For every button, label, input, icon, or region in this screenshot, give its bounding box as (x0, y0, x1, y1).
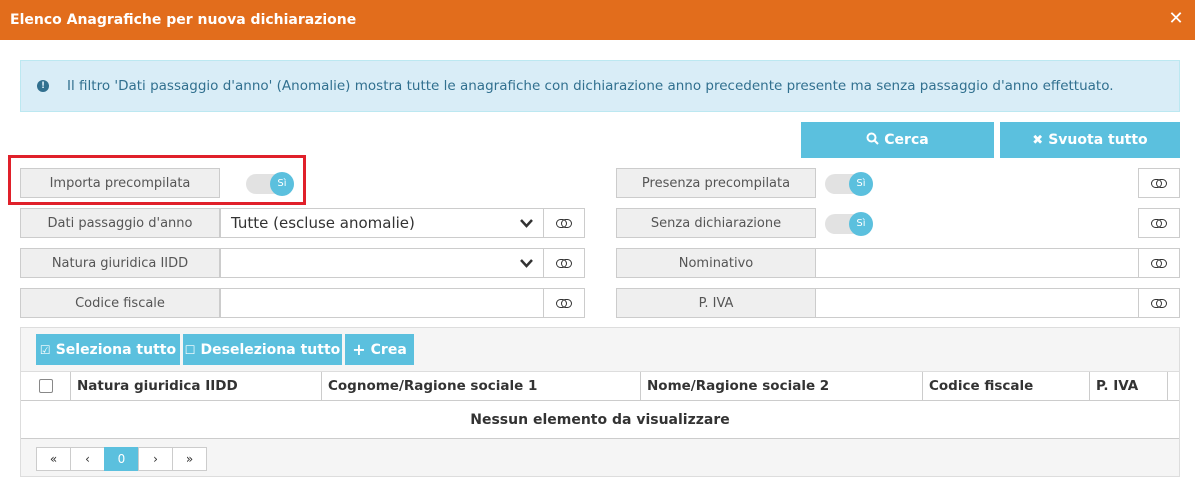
select-all-label: Seleziona tutto (55, 341, 177, 358)
table-header: Natura giuridica IIDD Cognome/Ragione so… (21, 371, 1179, 401)
importa-precompilata-label: Importa precompilata (20, 168, 220, 198)
pagination: « ‹ 0 › » (36, 447, 207, 471)
senza-dichiarazione-link-button[interactable] (1138, 208, 1180, 238)
dati-passaggio-label: Dati passaggio d'anno (20, 208, 220, 238)
column-header-cognome[interactable]: Cognome/Ragione sociale 1 (322, 372, 641, 400)
toggle-knob: Sì (270, 172, 294, 196)
alert-text: Il filtro 'Dati passaggio d'anno' (Anoma… (67, 78, 1114, 94)
importa-precompilata-toggle[interactable]: Sì (246, 172, 294, 196)
toggle-knob: Sì (849, 212, 873, 236)
senza-dichiarazione-label: Senza dichiarazione (616, 208, 816, 238)
link-icon (1151, 218, 1167, 228)
next-page-button[interactable]: › (138, 447, 173, 471)
column-header-nome[interactable]: Nome/Ragione sociale 2 (641, 372, 923, 400)
empty-message: Nessun elemento da visualizzare (21, 401, 1179, 439)
column-header-natura[interactable]: Natura giuridica IIDD (71, 372, 322, 400)
dati-passaggio-select[interactable]: Tutte (escluse anomalie) (220, 208, 544, 238)
deselect-all-button[interactable]: ☐ Deseleziona tutto (183, 334, 342, 365)
column-header-codice-fiscale[interactable]: Codice fiscale (923, 372, 1090, 400)
header-checkbox-cell (21, 372, 71, 400)
nominativo-label: Nominativo (616, 248, 816, 278)
clear-all-button[interactable]: ✖ Svuota tutto (1000, 122, 1180, 158)
checkbox-checked-icon: ☑ (39, 342, 51, 357)
link-icon (1151, 298, 1167, 308)
results-grid: ☑ Seleziona tutto ☐ Deseleziona tutto + … (20, 327, 1180, 477)
deselect-all-label: Deseleziona tutto (200, 341, 341, 358)
close-icon: ✖ (1032, 132, 1044, 148)
first-page-button[interactable]: « (36, 447, 71, 471)
dialog-titlebar: Elenco Anagrafiche per nuova dichiarazio… (0, 0, 1195, 40)
codice-fiscale-input[interactable] (220, 288, 544, 318)
natura-giuridica-select[interactable] (220, 248, 544, 278)
piva-input[interactable] (815, 288, 1139, 318)
create-button[interactable]: + Crea (345, 334, 414, 365)
natura-giuridica-link-button[interactable] (543, 248, 585, 278)
search-button-label: Cerca (884, 132, 929, 148)
nominativo-link-button[interactable] (1138, 248, 1180, 278)
search-icon (866, 132, 879, 149)
prev-page-button[interactable]: ‹ (70, 447, 105, 471)
info-alert: ! Il filtro 'Dati passaggio d'anno' (Ano… (20, 60, 1180, 112)
clear-all-button-label: Svuota tutto (1048, 132, 1148, 148)
select-all-checkbox[interactable] (39, 379, 53, 393)
dialog-title: Elenco Anagrafiche per nuova dichiarazio… (10, 12, 357, 28)
piva-label: P. IVA (616, 288, 816, 318)
toggle-knob: Sì (849, 172, 873, 196)
link-icon (556, 258, 572, 268)
chevron-down-icon (520, 252, 533, 278)
close-icon[interactable]: ✕ (1165, 8, 1187, 30)
link-icon (556, 218, 572, 228)
link-icon (556, 298, 572, 308)
last-page-button[interactable]: » (172, 447, 207, 471)
codice-fiscale-link-button[interactable] (543, 288, 585, 318)
create-label: Crea (370, 341, 407, 358)
current-page[interactable]: 0 (104, 447, 139, 471)
checkbox-empty-icon: ☐ (184, 342, 196, 357)
presenza-precompilata-toggle[interactable]: Sì (825, 172, 873, 196)
column-header-piva[interactable]: P. IVA (1090, 372, 1168, 400)
select-all-button[interactable]: ☑ Seleziona tutto (36, 334, 180, 365)
presenza-precompilata-link-button[interactable] (1138, 168, 1180, 198)
natura-giuridica-label: Natura giuridica IIDD (20, 248, 220, 278)
piva-link-button[interactable] (1138, 288, 1180, 318)
link-icon (1151, 178, 1167, 188)
chevron-down-icon (520, 212, 533, 238)
dati-passaggio-value: Tutte (escluse anomalie) (231, 214, 415, 232)
presenza-precompilata-label: Presenza precompilata (616, 168, 816, 198)
codice-fiscale-label: Codice fiscale (20, 288, 220, 318)
nominativo-input[interactable] (815, 248, 1139, 278)
info-icon: ! (37, 80, 49, 92)
dati-passaggio-link-button[interactable] (543, 208, 585, 238)
senza-dichiarazione-toggle[interactable]: Sì (825, 212, 873, 236)
search-button[interactable]: Cerca (801, 122, 994, 158)
plus-icon: + (352, 340, 366, 359)
link-icon (1151, 258, 1167, 268)
